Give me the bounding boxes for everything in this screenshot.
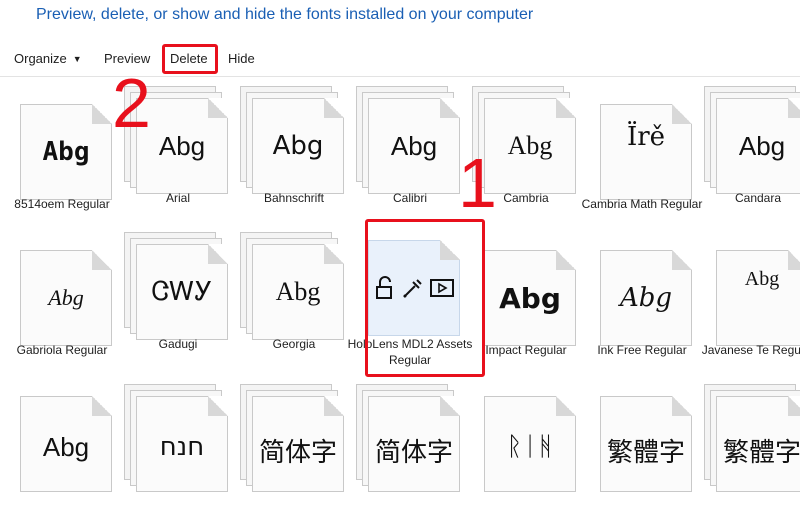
font-sample: Abg: [42, 137, 90, 167]
font-sample: Abg: [390, 130, 438, 161]
font-sample: חנח: [159, 432, 205, 462]
page-title: Preview, delete, or show and hide the fo…: [36, 6, 534, 23]
font-label: Arial: [165, 191, 190, 205]
font-tile-row3-7[interactable]: 繁體字: [700, 384, 800, 524]
font-tile-row3-2[interactable]: חנח: [120, 384, 236, 524]
font-tile-cambria-math[interactable]: Ïrě Cambria Math Regular: [582, 92, 702, 232]
font-sample: Abg: [499, 281, 561, 315]
font-tile-candara[interactable]: Abg Candara: [700, 86, 800, 226]
font-sample: Abg: [738, 130, 786, 161]
font-tile-gadugi[interactable]: ᏣᎳᎩ Gadugi: [120, 232, 236, 372]
delete-highlight: [162, 44, 218, 74]
font-tile-gabriola[interactable]: Abg Gabriola Regular: [4, 238, 120, 378]
font-tile-8514oem[interactable]: Abg 8514oem Regular: [4, 92, 120, 232]
font-tile-row3-5[interactable]: ᚱᛁᚻ: [468, 384, 584, 524]
font-sample: 繁體字: [606, 438, 685, 468]
font-sample: Abg: [275, 277, 321, 306]
font-sample: Abg: [48, 285, 84, 310]
font-tile-javanese[interactable]: Abg Javanese Te Regular: [700, 238, 800, 378]
font-tile-georgia[interactable]: Abg Georgia: [236, 232, 352, 372]
hide-button[interactable]: Hide: [228, 51, 255, 66]
step-2-marker: 2: [112, 64, 151, 142]
font-label: Cambria Math Regular: [581, 197, 703, 211]
font-tile-row3-6[interactable]: 繁體字: [584, 384, 700, 524]
font-label: Gabriola Regular: [16, 343, 108, 357]
font-label: Candara: [734, 191, 782, 205]
font-sample: Abg: [42, 432, 90, 462]
font-sample: Abg: [619, 283, 673, 313]
font-tile-row3-3[interactable]: 简体字: [236, 384, 352, 524]
organize-label: Organize: [14, 51, 67, 66]
font-label: Georgia: [272, 337, 316, 351]
font-sample: Ïrě: [626, 122, 666, 152]
font-sample: Abg: [507, 131, 553, 160]
font-sample: 简体字: [258, 438, 337, 468]
font-tile-row3-1[interactable]: Abg: [4, 384, 120, 524]
font-label: Bahnschrift: [263, 191, 325, 205]
font-sample: 繁體字: [722, 438, 800, 468]
font-sample: Abg: [272, 131, 324, 161]
font-label: Calibri: [392, 191, 427, 205]
font-label: Javanese Te Regular: [701, 343, 800, 357]
hololens-highlight: [365, 219, 485, 377]
font-sample: Abg: [744, 268, 780, 290]
organize-button[interactable]: Organize ▼: [14, 51, 82, 66]
font-tile-impact[interactable]: Abg Impact Regular: [468, 238, 584, 378]
font-label: Ink Free Regular: [597, 343, 687, 357]
font-tile-bahnschrift[interactable]: Abg Bahnschrift: [236, 86, 352, 226]
font-tile-row3-4[interactable]: 简体字: [352, 384, 468, 524]
step-1-marker: 1: [458, 144, 497, 222]
font-sample: ᚱᛁᚻ: [506, 432, 554, 462]
font-label: Gadugi: [158, 337, 198, 351]
font-sample: ᏣᎳᎩ: [151, 276, 213, 307]
font-label: 8514oem Regular: [14, 197, 110, 211]
font-sample: 简体字: [374, 438, 453, 468]
chevron-down-icon: ▼: [72, 54, 82, 64]
font-tile-ink-free[interactable]: Abg Ink Free Regular: [584, 238, 700, 378]
font-tile-calibri[interactable]: Abg Calibri: [352, 86, 468, 226]
